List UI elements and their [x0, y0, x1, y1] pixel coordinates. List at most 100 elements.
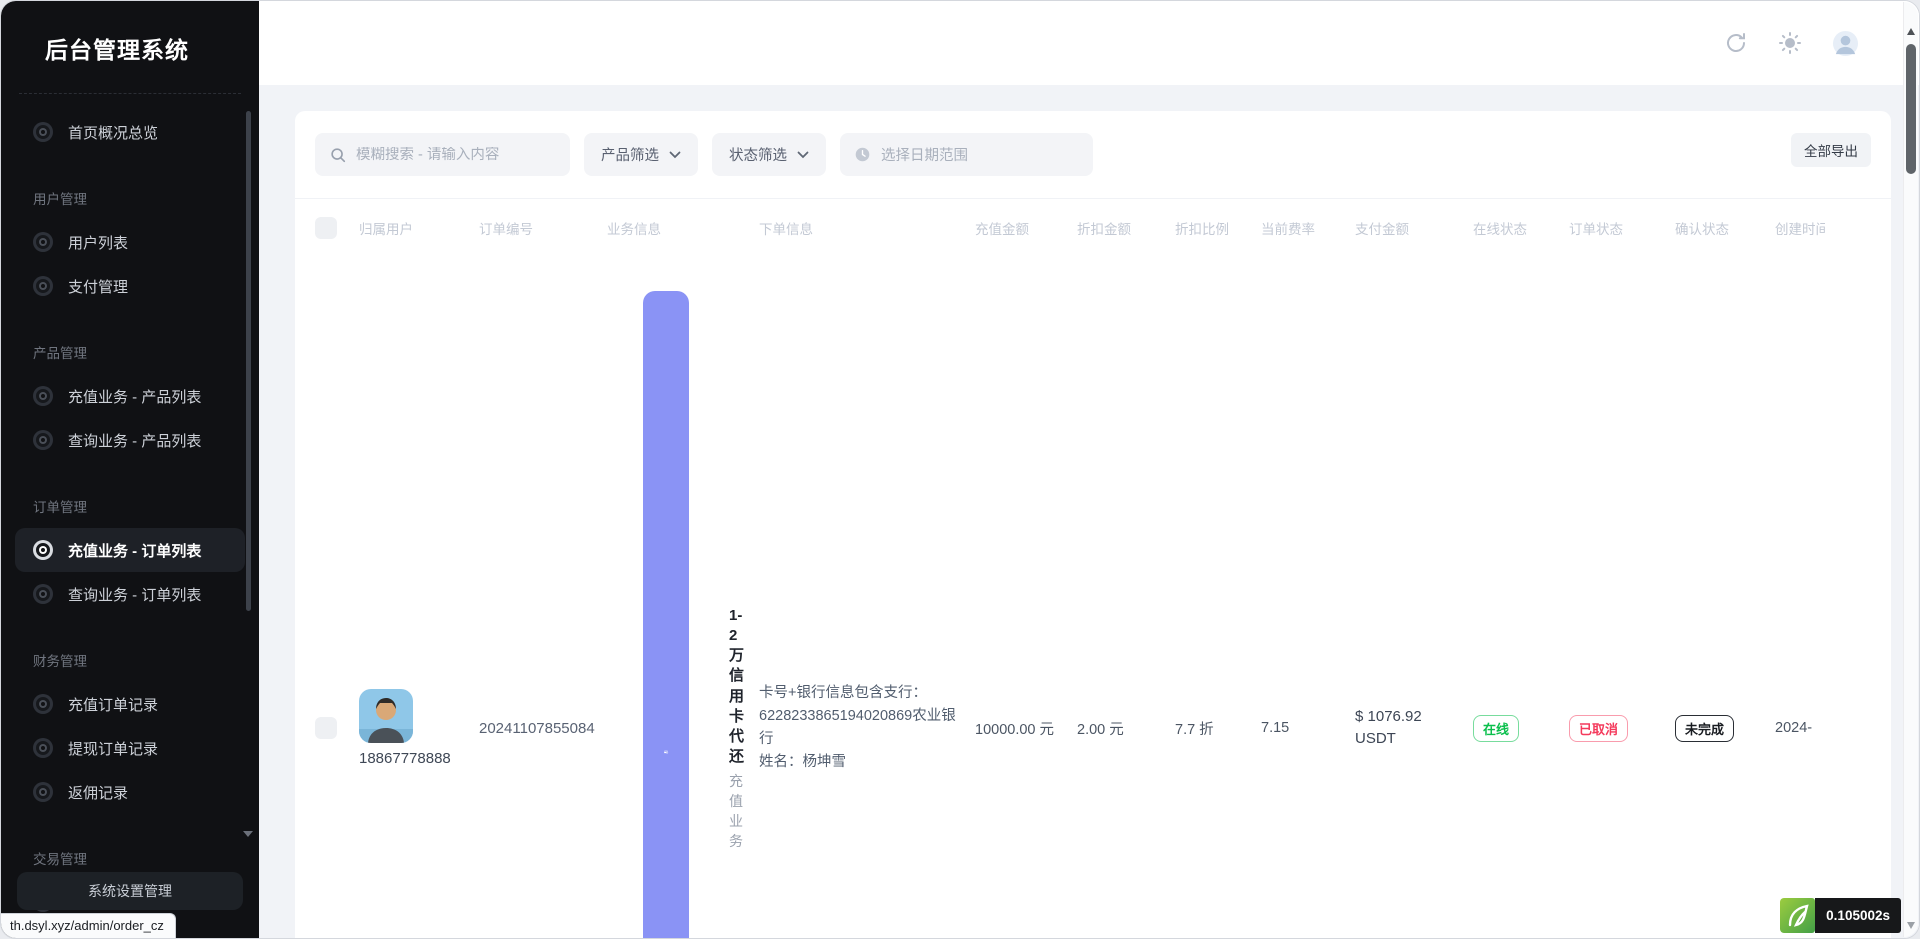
sidebar-nav: 首页概况总览 用户管理 用户列表 支付管理 产品管理 充值业务 - 产品列表 查… — [1, 110, 259, 924]
sidebar-group-label: 订单管理 — [33, 496, 245, 516]
window-scrollbar[interactable] — [1903, 2, 1918, 937]
bullet-icon — [33, 738, 53, 758]
product-name: 1-2万信用卡代还 — [729, 606, 749, 768]
column-header: 折扣金额 — [1077, 218, 1175, 238]
sidebar-item-label: 用户列表 — [68, 232, 128, 253]
sidebar-item-recharge-records[interactable]: 充值订单记录 — [15, 682, 245, 726]
main-area: 产品筛选 状态筛选 选择日期范围 全部导出 — [259, 1, 1919, 938]
fee-rate: 7.15 — [1261, 720, 1355, 736]
sidebar-group-label: 产品管理 — [33, 342, 245, 362]
bullet-icon — [33, 430, 53, 450]
sidebar-group-label: 财务管理 — [33, 650, 245, 670]
perf-widget: 0.105002s — [1780, 898, 1901, 933]
topbar — [259, 1, 1919, 85]
discount-rate: 7.7 折 — [1175, 718, 1261, 739]
browser-window: 后台管理系统 首页概况总览 用户管理 用户列表 支付管理 产品管理 充值业务 -… — [0, 0, 1920, 939]
sidebar-item-query-products[interactable]: 查询业务 - 产品列表 — [15, 418, 245, 462]
order-info-line: 姓名：杨坤雪 — [759, 751, 965, 774]
sidebar-divider — [19, 93, 241, 94]
order-number: 20241107855084 — [479, 720, 595, 737]
online-status-badge: 在线 — [1473, 715, 1519, 742]
status-filter-label: 状态筛选 — [729, 144, 787, 165]
perf-time-label: 0.105002s — [1815, 898, 1901, 933]
sidebar-item-label: 支付管理 — [68, 276, 128, 297]
sidebar-item-label: 充值业务 - 产品列表 — [68, 386, 201, 407]
column-header: 在线状态 — [1473, 218, 1569, 238]
sidebar-item-home[interactable]: 首页概况总览 — [15, 110, 245, 154]
search-input[interactable] — [356, 147, 556, 163]
sidebar-group-label: 用户管理 — [33, 188, 245, 208]
sidebar-group-label: 交易管理 — [33, 848, 245, 868]
chevron-down-icon[interactable] — [243, 831, 253, 837]
bullet-icon — [33, 540, 53, 560]
column-header: 折扣比例 — [1175, 218, 1261, 238]
sidebar-item-label: 提现订单记录 — [68, 738, 158, 759]
user-avatar — [359, 689, 413, 743]
column-header: 充值金额 — [975, 218, 1077, 238]
column-header: 当前费率 — [1261, 218, 1355, 238]
sidebar-item-user-list[interactable]: 用户列表 — [15, 220, 245, 264]
sidebar-item-withdraw-records[interactable]: 提现订单记录 — [15, 726, 245, 770]
product-filter-select[interactable]: 产品筛选 — [584, 133, 698, 176]
date-range-picker[interactable]: 选择日期范围 — [840, 133, 1093, 176]
sidebar-item-commission-records[interactable]: 返佣记录 — [15, 770, 245, 814]
sidebar-item-label: 充值订单记录 — [68, 694, 158, 715]
sidebar-item-payment[interactable]: 支付管理 — [15, 264, 245, 308]
bullet-icon — [33, 386, 53, 406]
bullet-icon — [33, 232, 53, 252]
bullet-icon — [33, 122, 53, 142]
column-header: 支付金额 — [1355, 218, 1473, 238]
sidebar-item-recharge-products[interactable]: 充值业务 - 产品列表 — [15, 374, 245, 418]
order-status-badge: 已取消 — [1569, 715, 1628, 742]
product-type: 充值业务 — [729, 771, 749, 851]
status-url: th.dsyl.xyz/admin/order_cz — [1, 913, 176, 938]
sidebar-scrollbar-thumb[interactable] — [246, 111, 251, 611]
column-header: 订单编号 — [479, 218, 607, 238]
chevron-down-icon — [797, 151, 809, 159]
scrollbar-thumb[interactable] — [1906, 44, 1916, 174]
pay-currency: USDT — [1355, 728, 1463, 751]
orders-table: 归属用户 订单编号 业务信息 下单信息 充值金额 折扣金额 折扣比例 当前费率 … — [315, 199, 1871, 938]
created-time: 2024- — [1775, 720, 1825, 736]
scroll-down-arrow-icon[interactable] — [1907, 922, 1915, 929]
perf-plugin-icon[interactable] — [1780, 898, 1815, 933]
sidebar-item-label: 查询业务 - 订单列表 — [68, 584, 201, 605]
column-header: 归属用户 — [359, 218, 479, 238]
column-header: 创建时间 — [1775, 218, 1825, 238]
bullet-icon — [33, 584, 53, 604]
order-info: 卡号+银行信息包含支行：6228233865194020869农业银行姓名：杨坤… — [759, 682, 975, 775]
confirm-status-badge: 未完成 — [1675, 715, 1734, 742]
table-row[interactable]: 18867778888 20241107855084 1-2万信用卡代还 充值业… — [315, 257, 1871, 938]
discount-amount: 2.00 元 — [1077, 718, 1175, 739]
system-settings-button[interactable]: 系统设置管理 — [17, 872, 243, 910]
table-body: 18867778888 20241107855084 1-2万信用卡代还 充值业… — [315, 257, 1871, 938]
scroll-up-arrow-icon[interactable] — [1907, 28, 1915, 35]
user-phone: 18867778888 — [359, 750, 469, 767]
toolbar: 产品筛选 状态筛选 选择日期范围 全部导出 — [315, 133, 1871, 198]
column-header: 业务信息 — [607, 218, 759, 238]
sidebar-item-label: 充值业务 - 订单列表 — [68, 540, 201, 561]
product-filter-label: 产品筛选 — [601, 144, 659, 165]
bullet-icon — [33, 782, 53, 802]
search-icon — [329, 146, 347, 164]
row-checkbox[interactable] — [315, 717, 337, 739]
select-all-checkbox[interactable] — [315, 217, 337, 239]
sidebar-item-label: 返佣记录 — [68, 782, 128, 803]
search-box — [315, 133, 570, 176]
sidebar-item-query-orders[interactable]: 查询业务 - 订单列表 — [15, 572, 245, 616]
sidebar-item-recharge-orders[interactable]: 充值业务 - 订单列表 — [15, 528, 245, 572]
status-filter-select[interactable]: 状态筛选 — [712, 133, 826, 176]
theme-sun-icon[interactable] — [1778, 31, 1802, 55]
column-header: 下单信息 — [759, 218, 975, 238]
export-all-button[interactable]: 全部导出 — [1791, 133, 1871, 167]
content-area: 产品筛选 状态筛选 选择日期范围 全部导出 — [259, 85, 1919, 938]
orders-card: 产品筛选 状态筛选 选择日期范围 全部导出 — [295, 111, 1891, 938]
product-icon — [643, 291, 689, 938]
refresh-icon[interactable] — [1724, 31, 1748, 55]
date-range-placeholder: 选择日期范围 — [881, 144, 968, 165]
user-avatar-icon[interactable] — [1832, 30, 1859, 57]
sidebar: 后台管理系统 首页概况总览 用户管理 用户列表 支付管理 产品管理 充值业务 -… — [1, 1, 259, 938]
sidebar-item-label: 查询业务 - 产品列表 — [68, 430, 201, 451]
table-header-row: 归属用户 订单编号 业务信息 下单信息 充值金额 折扣金额 折扣比例 当前费率 … — [315, 199, 1871, 257]
clock-icon — [854, 146, 871, 163]
